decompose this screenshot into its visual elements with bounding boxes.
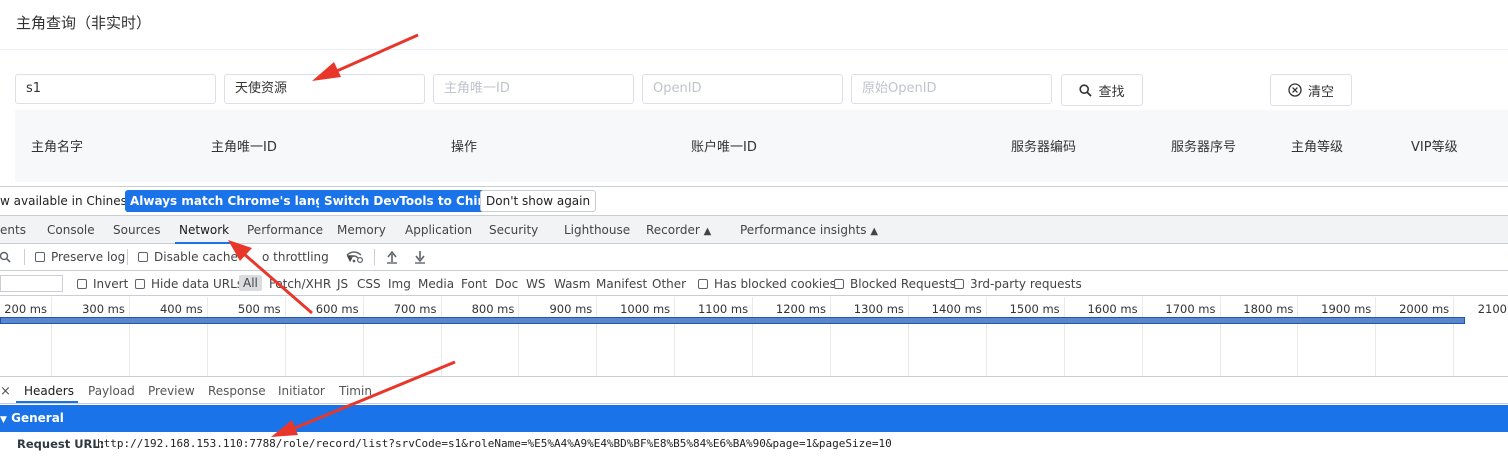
annotation-arrow: [228, 240, 313, 315]
annotation-arrow: [271, 360, 456, 437]
annotation-arrows: [228, 33, 456, 437]
annotation-arrow: [312, 33, 419, 81]
